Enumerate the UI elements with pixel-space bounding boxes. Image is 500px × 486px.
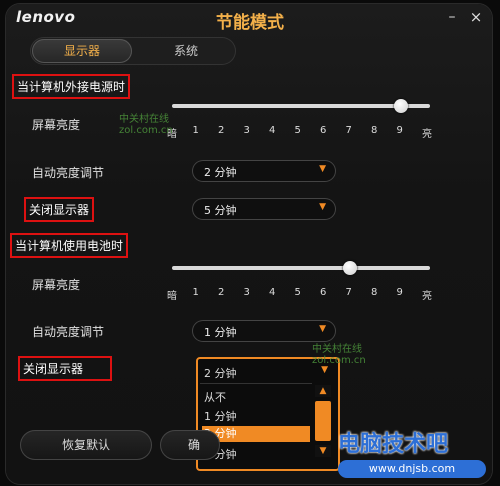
- scroll-up-icon[interactable]: ▲: [315, 385, 331, 397]
- scale-tick: 5: [294, 125, 301, 136]
- scale-tick: 6: [320, 287, 327, 298]
- scale-tick: 1: [192, 287, 199, 298]
- restore-defaults-button[interactable]: 恢复默认: [20, 430, 152, 460]
- scale-tick: 4: [269, 125, 276, 136]
- confirm-button[interactable]: 确: [160, 430, 220, 460]
- zol-watermark-domain: zol.com.cn: [119, 125, 173, 136]
- chevron-down-icon: ▼: [319, 202, 326, 212]
- chevron-down-icon: ▼: [319, 164, 326, 174]
- tab-system[interactable]: 系统: [136, 37, 236, 65]
- scale-tick: 亮: [422, 291, 432, 302]
- zol-watermark-name-2: 中关村在线: [312, 344, 362, 355]
- ac-turn-off-display-label: 关闭显示器: [24, 197, 95, 222]
- ac-turn-off-display-select[interactable]: 5 分钟 ▼: [192, 198, 336, 220]
- ac-turn-off-display-value: 5 分钟: [204, 204, 237, 217]
- battery-header: 当计算机使用电池时: [10, 233, 129, 258]
- dropdown-option-1min[interactable]: 1 分钟: [204, 408, 237, 424]
- battery-turn-off-display-dropdown[interactable]: 2 分钟 ▼ 从不 1 分钟 2 分钟 3 分钟 ▲ ▼: [196, 357, 340, 471]
- tab-display[interactable]: 显示器: [32, 39, 132, 63]
- scale-tick: 暗: [167, 291, 177, 302]
- zol-watermark: 中关村在线 zol.com.cn: [93, 110, 173, 136]
- ac-auto-brightness-select[interactable]: 2 分钟 ▼: [192, 160, 336, 182]
- battery-auto-brightness-label: 自动亮度调节: [32, 325, 105, 339]
- ac-brightness-label: 屏幕亮度: [32, 118, 81, 132]
- zol-watermark-domain-2: zol.com.cn: [312, 355, 366, 366]
- close-button[interactable]: ×: [468, 9, 484, 25]
- battery-auto-brightness-select[interactable]: 1 分钟 ▼: [192, 320, 336, 342]
- scroll-down-icon[interactable]: ▼: [315, 445, 331, 457]
- chevron-down-icon: ▼: [321, 365, 328, 375]
- scale-tick: 9: [396, 287, 403, 298]
- chevron-down-icon: ▼: [319, 324, 326, 334]
- battery-turn-off-display-label: 关闭显示器: [18, 356, 112, 381]
- ac-power-header: 当计算机外接电源时: [12, 74, 131, 99]
- scale-tick: 8: [371, 287, 378, 298]
- scale-tick: 亮: [422, 129, 432, 140]
- scale-tick: 8: [371, 125, 378, 136]
- scale-tick: 4: [269, 287, 276, 298]
- dnjsb-watermark: 电脑技术吧: [338, 432, 449, 457]
- scale-tick: 5: [294, 287, 301, 298]
- battery-brightness-label: 屏幕亮度: [32, 278, 81, 292]
- ac-auto-brightness-value: 2 分钟: [204, 166, 237, 179]
- scale-tick: 3: [243, 287, 250, 298]
- tab-bar: 显示器 系统: [30, 37, 236, 65]
- scale-tick: 7: [345, 125, 352, 136]
- dropdown-scrollbar[interactable]: ▲ ▼: [315, 385, 331, 457]
- ac-auto-brightness-label: 自动亮度调节: [32, 166, 105, 180]
- dropdown-current-value: 2 分钟: [204, 367, 237, 380]
- window-title: 节能模式: [216, 13, 284, 33]
- battery-brightness-track[interactable]: [172, 266, 430, 270]
- ac-brightness-track[interactable]: [172, 104, 430, 108]
- dropdown-option-never[interactable]: 从不: [204, 389, 226, 405]
- scale-tick: 2: [218, 287, 225, 298]
- zol-watermark-name: 中关村在线: [119, 114, 169, 125]
- scrollbar-thumb[interactable]: [315, 401, 331, 441]
- battery-brightness-thumb[interactable]: [342, 261, 357, 275]
- minimize-button[interactable]: –: [445, 10, 459, 24]
- scale-tick: 2: [218, 125, 225, 136]
- dnjsb-url-watermark: www.dnjsb.com: [338, 460, 486, 478]
- scale-tick: 7: [345, 287, 352, 298]
- battery-auto-brightness-value: 1 分钟: [204, 326, 237, 339]
- scale-tick: 6: [320, 125, 327, 136]
- scale-tick: 9: [396, 125, 403, 136]
- dropdown-divider: [200, 383, 312, 384]
- scale-tick: 3: [243, 125, 250, 136]
- scale-tick: 1: [192, 125, 199, 136]
- ac-brightness-thumb[interactable]: [393, 99, 408, 113]
- zol-watermark-2: 中关村在线 zol.com.cn: [286, 340, 366, 366]
